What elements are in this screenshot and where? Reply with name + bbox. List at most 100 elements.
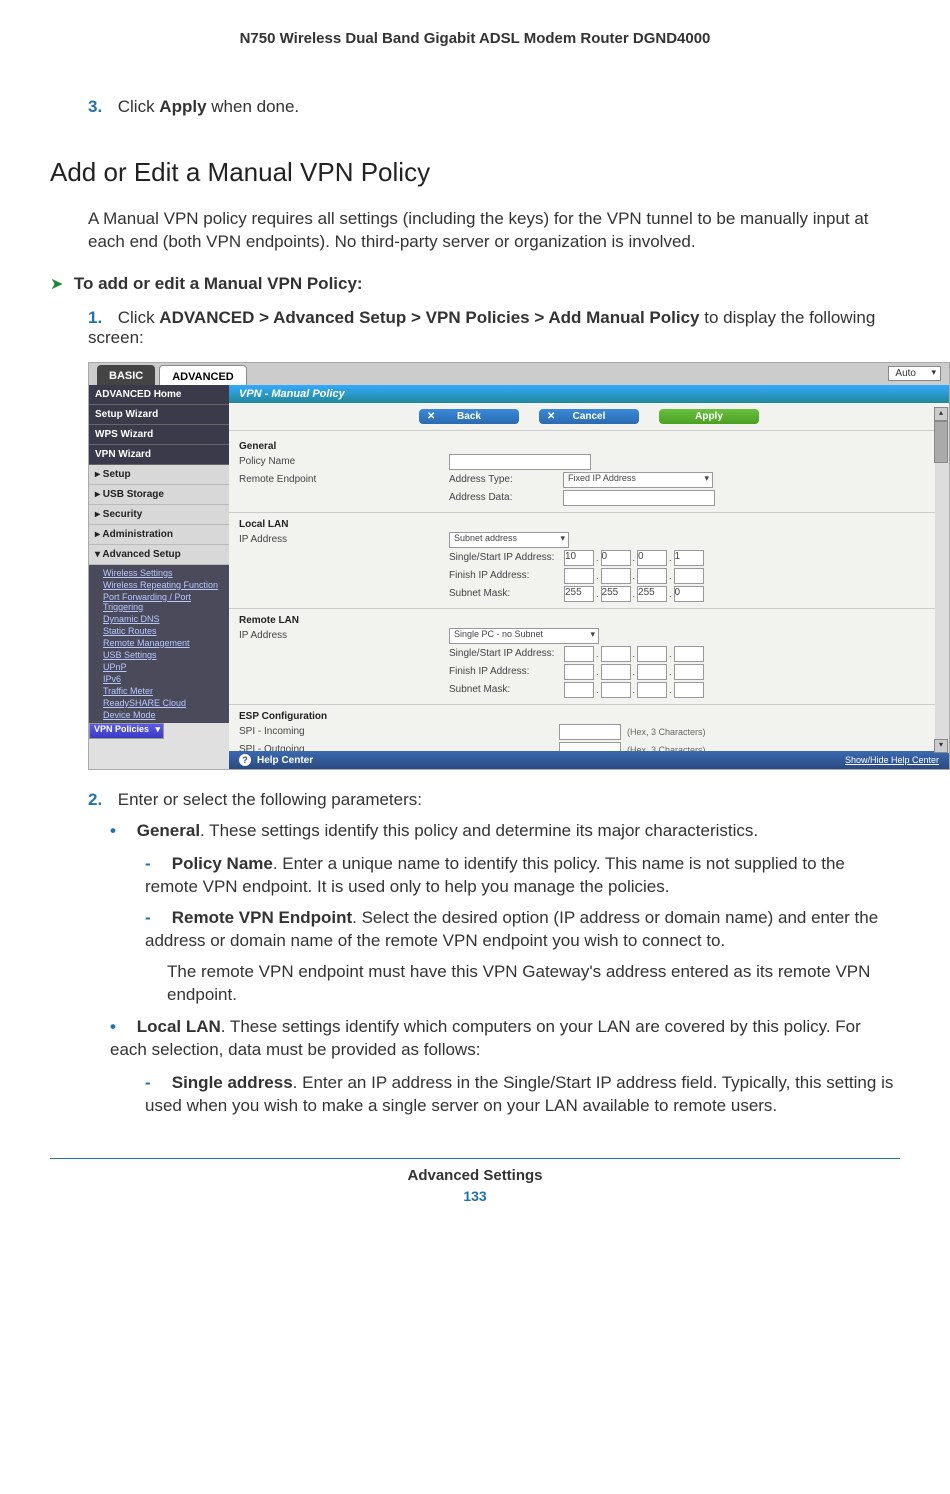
remote-mask-oct3[interactable] bbox=[637, 682, 667, 698]
bullet-local-lan-bold: Local LAN bbox=[137, 1017, 221, 1036]
sidebar-sub-device[interactable]: Device Mode bbox=[103, 709, 229, 721]
label-local-mask: Subnet Mask: bbox=[449, 588, 559, 599]
remote-start-oct2[interactable] bbox=[601, 646, 631, 662]
label-local-ip: IP Address bbox=[239, 534, 449, 545]
dash-mark: - bbox=[145, 907, 167, 930]
bullet-local-lan-rest: . These settings identify which computer… bbox=[110, 1017, 861, 1059]
sidebar-usb-storage[interactable]: ▸ USB Storage bbox=[89, 485, 229, 505]
auto-select[interactable]: Auto bbox=[888, 366, 941, 381]
label-address-data: Address Data: bbox=[449, 492, 559, 503]
tab-basic[interactable]: BASIC bbox=[97, 365, 155, 385]
sidebar-setup-wizard[interactable]: Setup Wizard bbox=[89, 405, 229, 425]
remote-finish-oct3[interactable] bbox=[637, 664, 667, 680]
label-spi-in: SPI - Incoming bbox=[239, 726, 449, 737]
local-finish-oct2[interactable] bbox=[601, 568, 631, 584]
apply-button[interactable]: Apply bbox=[659, 409, 759, 424]
sidebar-sub-ddns[interactable]: Dynamic DNS bbox=[103, 613, 229, 625]
sidebar-sub-static[interactable]: Static Routes bbox=[103, 625, 229, 637]
step-1-num: 1. bbox=[88, 308, 113, 328]
bullet-remote-endpoint-bold: Remote VPN Endpoint bbox=[172, 908, 352, 927]
remote-start-oct4[interactable] bbox=[674, 646, 704, 662]
sidebar-sub-upnp[interactable]: UPnP bbox=[103, 661, 229, 673]
scroll-up-icon[interactable]: ▴ bbox=[934, 407, 948, 421]
local-ip-type-select[interactable]: Subnet address bbox=[449, 532, 569, 548]
bullet-single-address: - Single address. Enter an IP address in… bbox=[145, 1072, 900, 1118]
sidebar-vpn-policies[interactable]: VPN Policies bbox=[89, 723, 164, 739]
remote-mask-oct1[interactable] bbox=[564, 682, 594, 698]
remote-finish-oct1[interactable] bbox=[564, 664, 594, 680]
panel-button-row: ✕Back ✕Cancel Apply bbox=[229, 403, 949, 431]
sidebar-sub-repeating[interactable]: Wireless Repeating Function bbox=[103, 579, 229, 591]
local-start-oct2[interactable]: 0 bbox=[601, 550, 631, 566]
apply-label: Apply bbox=[695, 411, 723, 422]
sidebar-setup[interactable]: ▸ Setup bbox=[89, 465, 229, 485]
local-start-oct4[interactable]: 1 bbox=[674, 550, 704, 566]
remote-finish-oct2[interactable] bbox=[601, 664, 631, 680]
sidebar-sub-ipv6[interactable]: IPv6 bbox=[103, 673, 229, 685]
scroll-down-icon[interactable]: ▾ bbox=[934, 739, 948, 753]
step-3-text-a: Click bbox=[118, 97, 160, 116]
footer-rule bbox=[50, 1158, 900, 1159]
step-3-bold: Apply bbox=[159, 97, 206, 116]
sidebar-wps-wizard[interactable]: WPS Wizard bbox=[89, 425, 229, 445]
back-button[interactable]: ✕Back bbox=[419, 409, 519, 424]
section-local-lan: Local LAN bbox=[239, 519, 939, 530]
help-label: Help Center bbox=[257, 755, 313, 766]
screenshot-vpn-manual-policy: BASIC ADVANCED Auto ADVANCED Home Setup … bbox=[88, 362, 950, 770]
local-finish-oct1[interactable] bbox=[564, 568, 594, 584]
panel-content: General Policy Name Remote EndpointAddre… bbox=[229, 431, 949, 767]
label-remote-finish: Finish IP Address: bbox=[449, 666, 559, 677]
local-start-oct1[interactable]: 10 bbox=[564, 550, 594, 566]
label-remote-ip: IP Address bbox=[239, 630, 449, 641]
step-1-text-a: Click bbox=[118, 308, 160, 327]
dash-mark: - bbox=[145, 1072, 167, 1095]
local-start-oct3[interactable]: 0 bbox=[637, 550, 667, 566]
cancel-button[interactable]: ✕Cancel bbox=[539, 409, 639, 424]
sidebar-sub-wireless[interactable]: Wireless Settings bbox=[103, 567, 229, 579]
label-remote-mask: Subnet Mask: bbox=[449, 684, 559, 695]
local-finish-oct4[interactable] bbox=[674, 568, 704, 584]
remote-mask-oct2[interactable] bbox=[601, 682, 631, 698]
sidebar-advanced-setup[interactable]: ▾ Advanced Setup bbox=[89, 545, 229, 565]
remote-mask-oct4[interactable] bbox=[674, 682, 704, 698]
step-3: 3. Click Apply when done. bbox=[88, 97, 900, 117]
section-remote-lan: Remote LAN bbox=[239, 615, 939, 626]
local-mask-oct2[interactable]: 255 bbox=[601, 586, 631, 602]
policy-name-input[interactable] bbox=[449, 454, 591, 470]
local-mask-oct1[interactable]: 255 bbox=[564, 586, 594, 602]
remote-start-oct1[interactable] bbox=[564, 646, 594, 662]
bullet-general-bold: General bbox=[137, 821, 200, 840]
sidebar-security[interactable]: ▸ Security bbox=[89, 505, 229, 525]
address-type-select[interactable]: Fixed IP Address bbox=[563, 472, 713, 488]
sidebar-sub-remote[interactable]: Remote Management bbox=[103, 637, 229, 649]
bullet-general-rest: . These settings identify this policy an… bbox=[200, 821, 758, 840]
help-center-bar[interactable]: ?Help Center Show/Hide Help Center bbox=[229, 751, 949, 769]
step-2-text: Enter or select the following parameters… bbox=[118, 790, 422, 809]
remote-finish-oct4[interactable] bbox=[674, 664, 704, 680]
sidebar-sub-traffic[interactable]: Traffic Meter bbox=[103, 685, 229, 697]
label-local-finish: Finish IP Address: bbox=[449, 570, 559, 581]
cancel-label: Cancel bbox=[573, 411, 606, 422]
help-toggle[interactable]: Show/Hide Help Center bbox=[845, 755, 939, 765]
local-mask-oct4[interactable]: 0 bbox=[674, 586, 704, 602]
spi-in-input[interactable] bbox=[559, 724, 621, 740]
address-data-input[interactable] bbox=[563, 490, 715, 506]
label-address-type: Address Type: bbox=[449, 474, 559, 485]
step-2: 2. Enter or select the following paramet… bbox=[88, 790, 900, 810]
remote-start-oct3[interactable] bbox=[637, 646, 667, 662]
sidebar-sub-readyshare[interactable]: ReadySHARE Cloud bbox=[103, 697, 229, 709]
scrollbar-thumb[interactable] bbox=[934, 421, 948, 463]
step-3-num: 3. bbox=[88, 97, 113, 117]
sidebar-vpn-wizard[interactable]: VPN Wizard bbox=[89, 445, 229, 465]
step-1-bold: ADVANCED > Advanced Setup > VPN Policies… bbox=[159, 308, 699, 327]
sidebar-administration[interactable]: ▸ Administration bbox=[89, 525, 229, 545]
local-finish-oct3[interactable] bbox=[637, 568, 667, 584]
bullet-single-address-bold: Single address bbox=[172, 1073, 293, 1092]
sidebar-sub-usb[interactable]: USB Settings bbox=[103, 649, 229, 661]
tab-advanced[interactable]: ADVANCED bbox=[159, 365, 247, 385]
sidebar-advanced-home[interactable]: ADVANCED Home bbox=[89, 385, 229, 405]
local-mask-oct3[interactable]: 255 bbox=[637, 586, 667, 602]
bullet-remote-endpoint: - Remote VPN Endpoint. Select the desire… bbox=[145, 907, 900, 953]
remote-ip-type-select[interactable]: Single PC - no Subnet bbox=[449, 628, 599, 644]
sidebar-sub-port[interactable]: Port Forwarding / Port Triggering bbox=[103, 591, 229, 613]
